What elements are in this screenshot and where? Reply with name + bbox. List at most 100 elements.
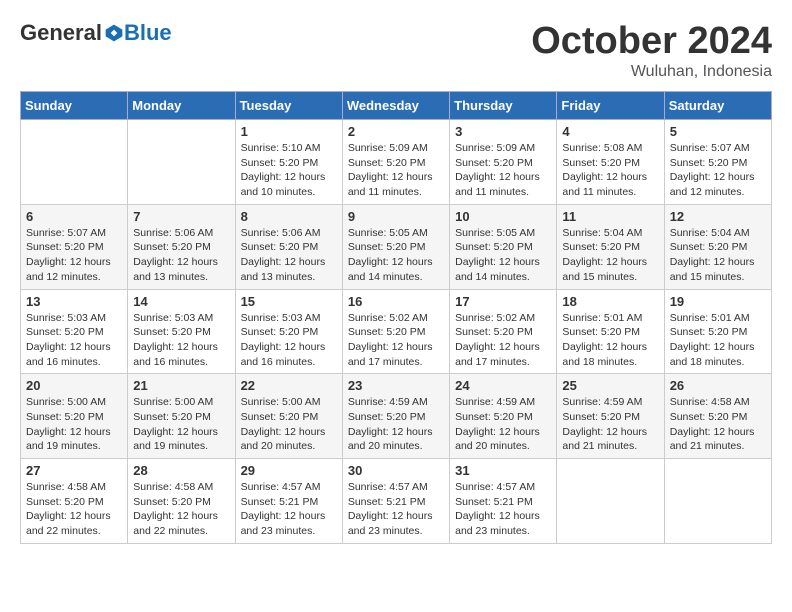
calendar-cell: 19 Sunrise: 5:01 AM Sunset: 5:20 PM Dayli… <box>664 289 771 374</box>
day-info: Sunrise: 5:00 AM Sunset: 5:20 PM Dayligh… <box>133 395 229 454</box>
calendar-week-5: 27Sunrise: 4:58 AM Sunset: 5:20 PM Dayli… <box>21 459 772 544</box>
day-number: 25 <box>562 378 658 393</box>
day-number: 15 <box>241 294 337 309</box>
day-number: 6 <box>26 209 122 224</box>
day-number: 29 <box>241 463 337 478</box>
day-info: Sunrise: 5:00 AM Sunset: 5:20 PM Dayligh… <box>241 395 337 454</box>
logo-blue-text: Blue <box>124 20 172 46</box>
day-info: Sunrise: 4:58 AM Sunset: 5:20 PM Dayligh… <box>26 480 122 539</box>
day-number: 22 <box>241 378 337 393</box>
calendar-cell: 18 Sunrise: 5:01 AM Sunset: 5:20 PM Dayli… <box>557 289 664 374</box>
day-info: Sunrise: 5:06 AM Sunset: 5:20 PM Dayligh… <box>241 226 337 285</box>
day-number: 9 <box>348 209 444 224</box>
calendar-cell: 17 Sunrise: 5:02 AM Sunset: 5:20 PM Dayli… <box>450 289 557 374</box>
col-header-wednesday: Wednesday <box>342 92 449 120</box>
day-number: 4 <box>562 124 658 139</box>
calendar-cell: 12 Sunrise: 5:04 AM Sunset: 5:20 PM Dayli… <box>664 204 771 289</box>
day-info: Sunrise: 5:10 AM Sunset: 5:20 PM Dayligh… <box>241 141 337 200</box>
page-header: General Blue October 2024 Wuluhan, Indon… <box>20 20 772 81</box>
day-number: 23 <box>348 378 444 393</box>
calendar-cell: 29 Sunrise: 4:57 AM Sunset: 5:21 PM Dayli… <box>235 459 342 544</box>
day-info: Sunrise: 5:00 AM Sunset: 5:20 PM Dayligh… <box>26 395 122 454</box>
day-info: Sunrise: 4:57 AM Sunset: 5:21 PM Dayligh… <box>348 480 444 539</box>
calendar-cell: 23 Sunrise: 4:59 AM Sunset: 5:20 PM Dayli… <box>342 374 449 459</box>
day-info: Sunrise: 4:58 AM Sunset: 5:20 PM Dayligh… <box>670 395 766 454</box>
calendar-cell <box>21 120 128 205</box>
calendar-header-row: SundayMondayTuesdayWednesdayThursdayFrid… <box>21 92 772 120</box>
col-header-sunday: Sunday <box>21 92 128 120</box>
calendar-cell: 1 Sunrise: 5:10 AM Sunset: 5:20 PM Daylig… <box>235 120 342 205</box>
calendar-cell: 7 Sunrise: 5:06 AM Sunset: 5:20 PM Daylig… <box>128 204 235 289</box>
calendar-cell: 10Sunrise: 5:05 AM Sunset: 5:20 PM Dayli… <box>450 204 557 289</box>
day-number: 11 <box>562 209 658 224</box>
calendar-cell: 8 Sunrise: 5:06 AM Sunset: 5:20 PM Daylig… <box>235 204 342 289</box>
calendar-cell <box>664 459 771 544</box>
title-block: October 2024 Wuluhan, Indonesia <box>531 20 772 81</box>
col-header-thursday: Thursday <box>450 92 557 120</box>
calendar-week-4: 20 Sunrise: 5:00 AM Sunset: 5:20 PM Dayli… <box>21 374 772 459</box>
day-number: 14 <box>133 294 229 309</box>
day-number: 12 <box>670 209 766 224</box>
calendar-cell: 22 Sunrise: 5:00 AM Sunset: 5:20 PM Dayli… <box>235 374 342 459</box>
calendar-cell: 9 Sunrise: 5:05 AM Sunset: 5:20 PM Daylig… <box>342 204 449 289</box>
day-number: 16 <box>348 294 444 309</box>
day-number: 18 <box>562 294 658 309</box>
day-info: Sunrise: 5:01 AM Sunset: 5:20 PM Dayligh… <box>670 311 766 370</box>
day-number: 30 <box>348 463 444 478</box>
day-number: 10 <box>455 209 551 224</box>
calendar-cell: 6 Sunrise: 5:07 AM Sunset: 5:20 PM Daylig… <box>21 204 128 289</box>
calendar-cell: 24 Sunrise: 4:59 AM Sunset: 5:20 PM Dayli… <box>450 374 557 459</box>
calendar-cell: 4Sunrise: 5:08 AM Sunset: 5:20 PM Daylig… <box>557 120 664 205</box>
day-number: 28 <box>133 463 229 478</box>
calendar-cell: 30 Sunrise: 4:57 AM Sunset: 5:21 PM Dayli… <box>342 459 449 544</box>
calendar-cell: 13Sunrise: 5:03 AM Sunset: 5:20 PM Dayli… <box>21 289 128 374</box>
day-number: 19 <box>670 294 766 309</box>
month-title: October 2024 <box>531 20 772 63</box>
day-info: Sunrise: 5:04 AM Sunset: 5:20 PM Dayligh… <box>670 226 766 285</box>
calendar-cell: 25 Sunrise: 4:59 AM Sunset: 5:20 PM Dayli… <box>557 374 664 459</box>
calendar-cell: 16 Sunrise: 5:02 AM Sunset: 5:20 PM Dayli… <box>342 289 449 374</box>
calendar-week-2: 6 Sunrise: 5:07 AM Sunset: 5:20 PM Daylig… <box>21 204 772 289</box>
calendar-cell <box>128 120 235 205</box>
day-info: Sunrise: 5:02 AM Sunset: 5:20 PM Dayligh… <box>348 311 444 370</box>
day-info: Sunrise: 4:57 AM Sunset: 5:21 PM Dayligh… <box>241 480 337 539</box>
day-info: Sunrise: 4:59 AM Sunset: 5:20 PM Dayligh… <box>455 395 551 454</box>
day-number: 26 <box>670 378 766 393</box>
calendar-cell: 14Sunrise: 5:03 AM Sunset: 5:20 PM Dayli… <box>128 289 235 374</box>
day-info: Sunrise: 5:09 AM Sunset: 5:20 PM Dayligh… <box>348 141 444 200</box>
day-number: 17 <box>455 294 551 309</box>
calendar-cell: 26 Sunrise: 4:58 AM Sunset: 5:20 PM Dayli… <box>664 374 771 459</box>
day-number: 1 <box>241 124 337 139</box>
day-number: 8 <box>241 209 337 224</box>
day-info: Sunrise: 5:06 AM Sunset: 5:20 PM Dayligh… <box>133 226 229 285</box>
calendar-cell <box>557 459 664 544</box>
calendar-cell: 21Sunrise: 5:00 AM Sunset: 5:20 PM Dayli… <box>128 374 235 459</box>
calendar-cell: 3Sunrise: 5:09 AM Sunset: 5:20 PM Daylig… <box>450 120 557 205</box>
day-info: Sunrise: 5:01 AM Sunset: 5:20 PM Dayligh… <box>562 311 658 370</box>
day-info: Sunrise: 4:57 AM Sunset: 5:21 PM Dayligh… <box>455 480 551 539</box>
day-info: Sunrise: 4:58 AM Sunset: 5:20 PM Dayligh… <box>133 480 229 539</box>
day-info: Sunrise: 4:59 AM Sunset: 5:20 PM Dayligh… <box>348 395 444 454</box>
day-number: 31 <box>455 463 551 478</box>
logo-icon <box>104 23 124 43</box>
day-info: Sunrise: 5:02 AM Sunset: 5:20 PM Dayligh… <box>455 311 551 370</box>
day-number: 13 <box>26 294 122 309</box>
day-number: 7 <box>133 209 229 224</box>
calendar-cell: 28 Sunrise: 4:58 AM Sunset: 5:20 PM Dayli… <box>128 459 235 544</box>
day-info: Sunrise: 5:05 AM Sunset: 5:20 PM Dayligh… <box>348 226 444 285</box>
day-info: Sunrise: 5:04 AM Sunset: 5:20 PM Dayligh… <box>562 226 658 285</box>
col-header-monday: Monday <box>128 92 235 120</box>
calendar-cell: 20 Sunrise: 5:00 AM Sunset: 5:20 PM Dayli… <box>21 374 128 459</box>
col-header-tuesday: Tuesday <box>235 92 342 120</box>
calendar-cell: 11 Sunrise: 5:04 AM Sunset: 5:20 PM Dayli… <box>557 204 664 289</box>
calendar-cell: 15Sunrise: 5:03 AM Sunset: 5:20 PM Dayli… <box>235 289 342 374</box>
col-header-saturday: Saturday <box>664 92 771 120</box>
day-info: Sunrise: 5:07 AM Sunset: 5:20 PM Dayligh… <box>26 226 122 285</box>
calendar-week-3: 13Sunrise: 5:03 AM Sunset: 5:20 PM Dayli… <box>21 289 772 374</box>
day-number: 5 <box>670 124 766 139</box>
logo: General Blue <box>20 20 172 46</box>
day-number: 24 <box>455 378 551 393</box>
day-number: 20 <box>26 378 122 393</box>
calendar-cell: 5Sunrise: 5:07 AM Sunset: 5:20 PM Daylig… <box>664 120 771 205</box>
day-info: Sunrise: 4:59 AM Sunset: 5:20 PM Dayligh… <box>562 395 658 454</box>
